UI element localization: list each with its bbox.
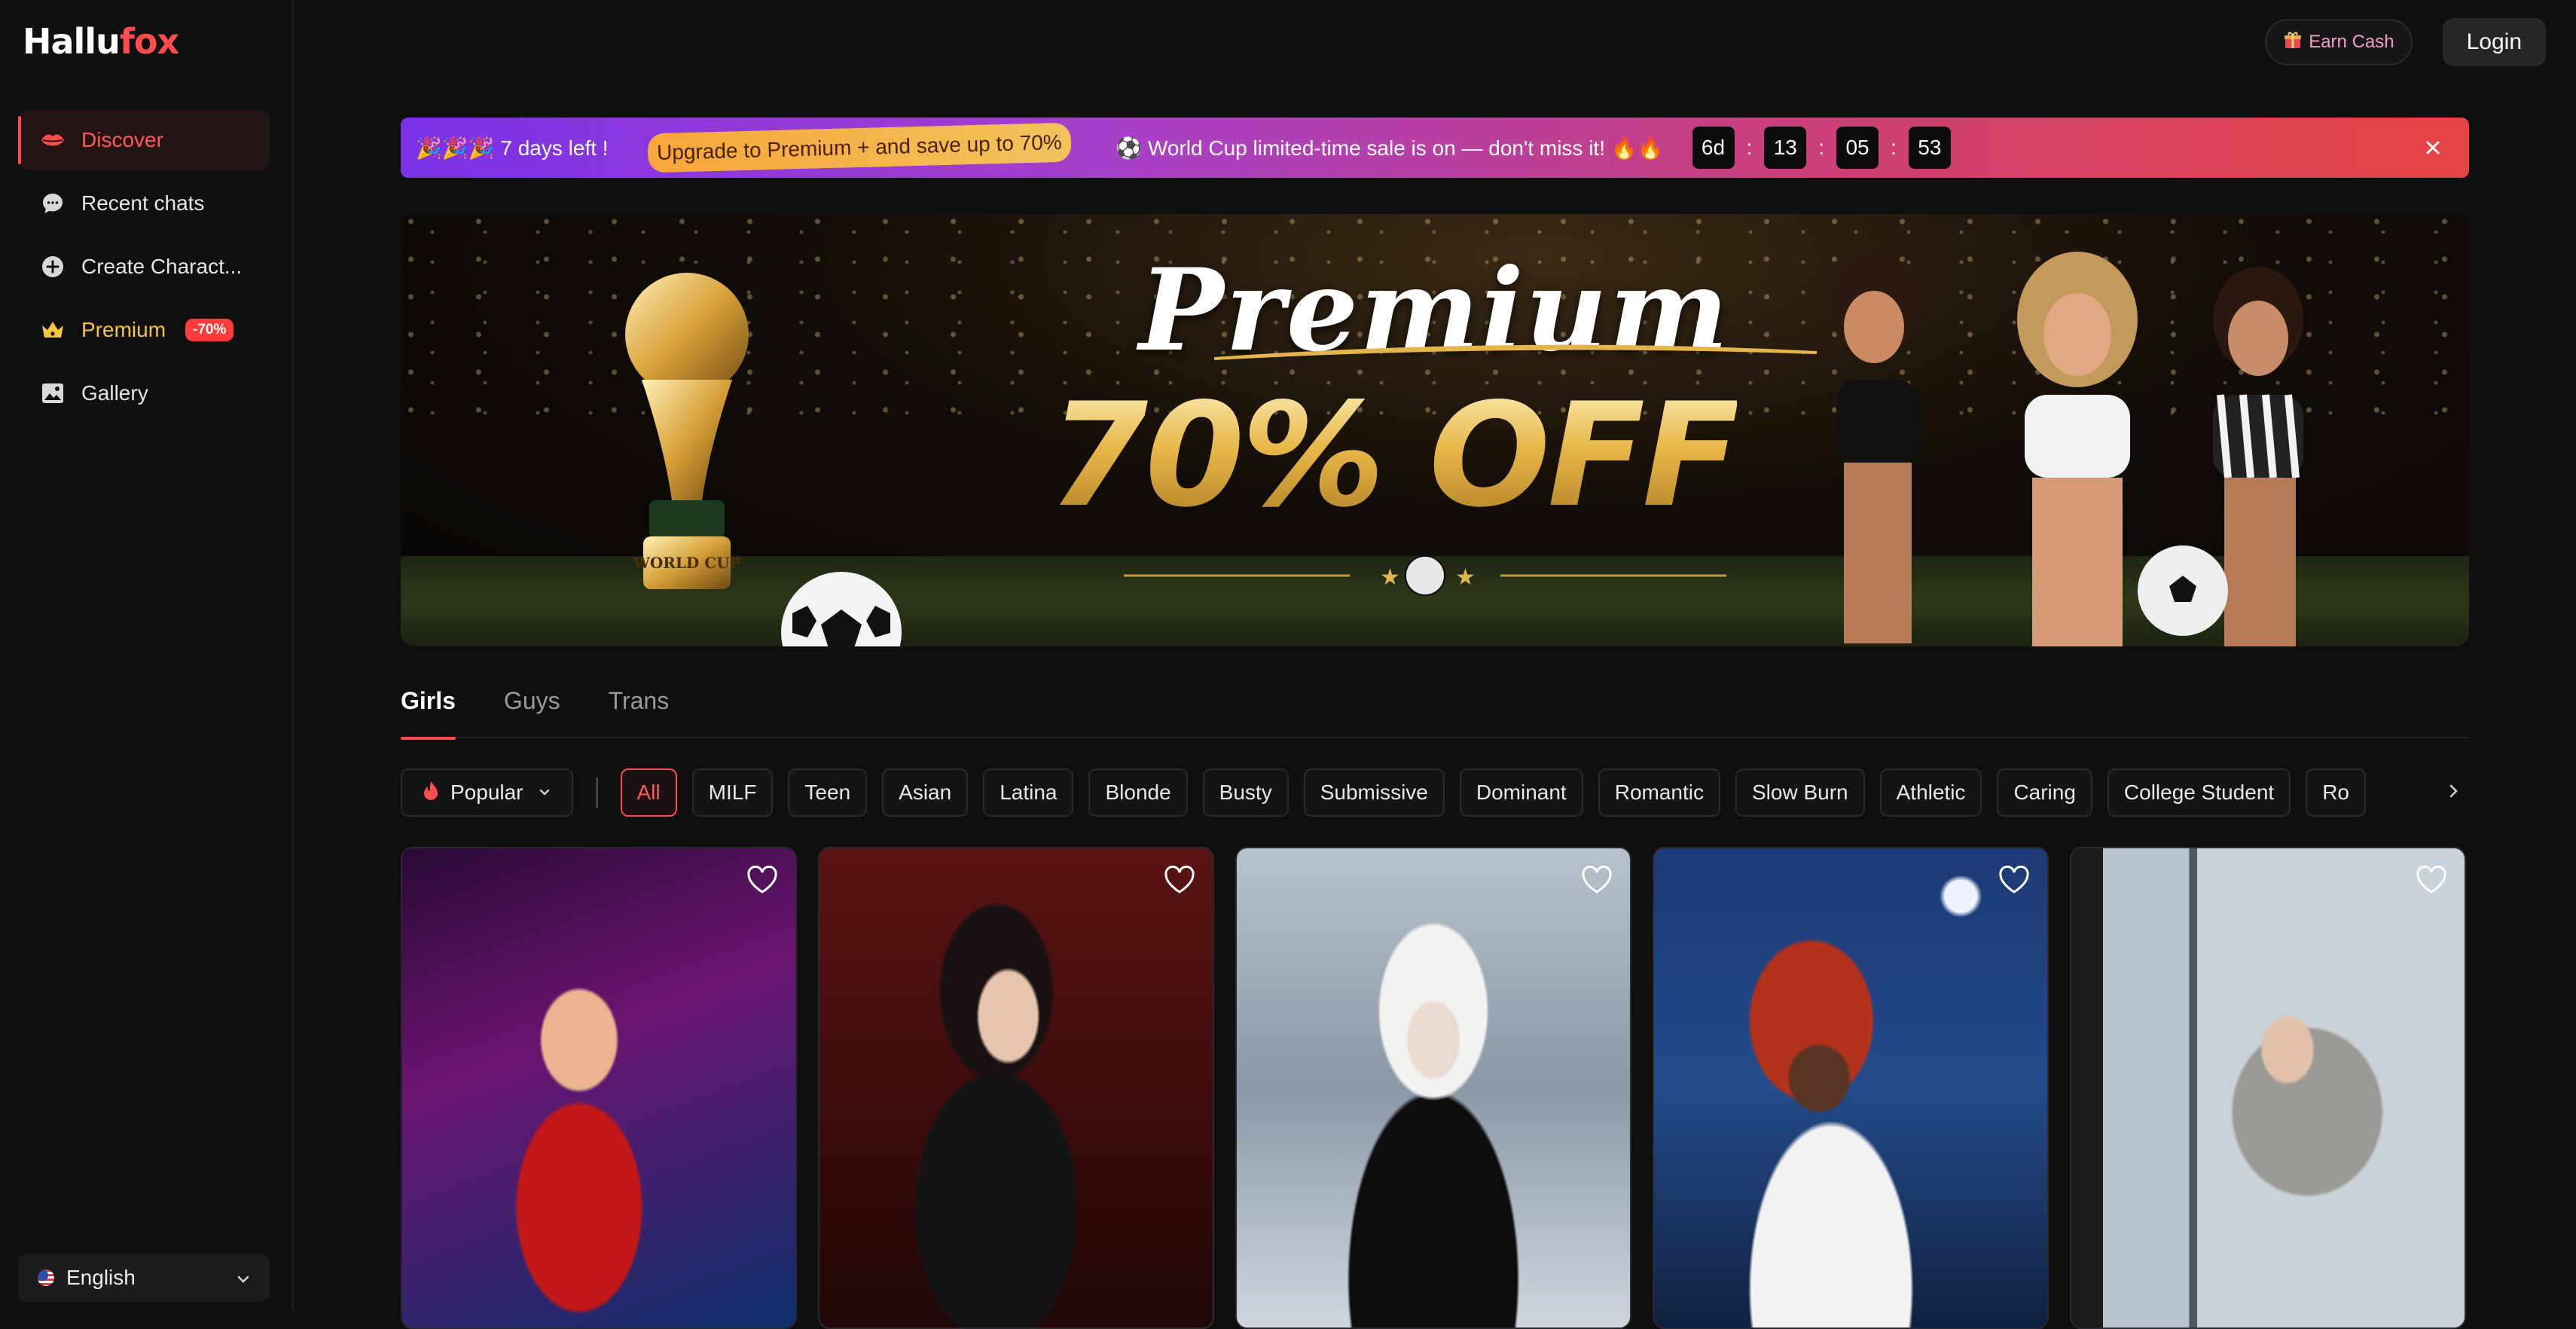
chip-dominant[interactable]: Dominant: [1459, 768, 1583, 817]
sort-dropdown[interactable]: Popular: [401, 768, 573, 817]
days-left-text: 🎉🎉🎉 7 days left !: [416, 136, 609, 160]
discount-badge: -70%: [185, 319, 234, 341]
chip-milf[interactable]: MILF: [691, 768, 774, 817]
earn-cash-button[interactable]: Earn Cash: [2265, 19, 2413, 66]
sidebar-item-premium[interactable]: Premium -70%: [18, 300, 270, 360]
promo-banner[interactable]: 🎉🎉🎉 7 days left ! Upgrade to Premium + a…: [401, 118, 2469, 178]
hero-title-discount: 70% OFF: [1048, 372, 1740, 539]
hero-banner[interactable]: WORLD CUP Premium 70% OFF ★ ★: [401, 214, 2469, 646]
sidebar: Hallufox Discover Recent chats Create Ch…: [0, 0, 294, 1311]
sort-label: Popular: [450, 781, 523, 804]
filter-divider: [595, 778, 598, 808]
heart-icon[interactable]: [1998, 865, 2031, 895]
chip-submissive[interactable]: Submissive: [1303, 768, 1445, 817]
plus-circle-icon: [39, 253, 66, 280]
tab-trans[interactable]: Trans: [609, 683, 670, 738]
sidebar-item-label: Discover: [81, 128, 163, 151]
chip-all[interactable]: All: [620, 768, 677, 817]
chevron-down-icon: [235, 1269, 252, 1293]
chevron-down-icon: [537, 781, 552, 805]
chat-bubble-icon: [39, 190, 66, 217]
sale-message: ⚽ World Cup limited-time sale is on — do…: [1116, 136, 1664, 160]
character-card[interactable]: [401, 847, 797, 1329]
sidebar-item-create-character[interactable]: Create Charact...: [18, 237, 270, 297]
heart-icon[interactable]: [1580, 865, 1613, 895]
heart-icon[interactable]: [1163, 865, 1196, 895]
sidebar-item-recent-chats[interactable]: Recent chats: [18, 173, 270, 234]
login-button[interactable]: Login: [2442, 18, 2546, 66]
football-icon: [781, 572, 902, 646]
lips-icon: [39, 127, 66, 154]
chip-slow-burn[interactable]: Slow Burn: [1735, 768, 1865, 817]
timer-seconds: 53: [1908, 127, 1951, 169]
sidebar-item-discover[interactable]: Discover: [18, 110, 270, 170]
chip-college-student[interactable]: College Student: [2107, 768, 2291, 817]
fire-icon: [422, 780, 440, 806]
character-card[interactable]: [1235, 847, 1631, 1329]
chip-athletic[interactable]: Athletic: [1879, 768, 1982, 817]
sidebar-item-label: Premium: [81, 318, 166, 341]
chip-latina[interactable]: Latina: [983, 768, 1074, 817]
upgrade-pill[interactable]: Upgrade to Premium + and save up to 70%: [646, 122, 1071, 173]
timer-separator: :: [1746, 136, 1753, 159]
chip-blonde[interactable]: Blonde: [1088, 768, 1188, 817]
heart-icon[interactable]: [2415, 865, 2448, 895]
logo[interactable]: Hallufox: [23, 21, 179, 62]
image-icon: [39, 380, 66, 407]
chip-caring[interactable]: Caring: [1997, 768, 2092, 817]
language-label: English: [66, 1266, 136, 1289]
tab-guys[interactable]: Guys: [504, 683, 560, 738]
svg-text:★: ★: [1455, 565, 1476, 590]
sidebar-item-label: Gallery: [81, 381, 148, 405]
chip-romance-partial[interactable]: Ro: [2306, 768, 2366, 817]
filter-bar: Popular All MILF Teen Asian Latina Blond…: [401, 768, 2469, 817]
heart-icon[interactable]: [746, 865, 779, 895]
timer-separator: :: [1891, 136, 1897, 159]
timer-minutes: 05: [1836, 127, 1879, 169]
tab-girls[interactable]: Girls: [401, 683, 456, 740]
countdown-timer: 6d : 13 : 05 : 53: [1692, 127, 1951, 169]
us-flag-icon: [38, 1269, 54, 1286]
gold-swoosh: [1214, 344, 1817, 360]
character-grid: [401, 847, 2469, 1329]
earn-cash-label: Earn Cash: [2309, 32, 2394, 52]
trophy-image: WORLD CUP: [625, 273, 749, 589]
sidebar-item-label: Recent chats: [81, 191, 205, 215]
chevron-right-icon: [2445, 781, 2462, 805]
crown-icon: [39, 316, 66, 344]
chip-teen[interactable]: Teen: [788, 768, 868, 817]
svg-text:★: ★: [1380, 565, 1400, 590]
timer-separator: :: [1818, 136, 1825, 159]
svg-text:WORLD CUP: WORLD CUP: [632, 554, 740, 572]
players-image: [1829, 252, 2303, 646]
sidebar-item-label: Create Charact...: [81, 255, 243, 278]
scroll-right-button[interactable]: [2364, 768, 2469, 817]
chip-busty[interactable]: Busty: [1202, 768, 1289, 817]
character-card[interactable]: [818, 847, 1214, 1329]
sidebar-item-gallery[interactable]: Gallery: [18, 363, 270, 423]
character-card[interactable]: [1653, 847, 2049, 1329]
close-icon[interactable]: [2418, 133, 2448, 163]
stars-divider: ★ ★: [1124, 555, 1726, 596]
header-actions: Earn Cash Login: [2265, 18, 2546, 66]
character-card[interactable]: [2070, 847, 2466, 1329]
sidebar-nav: Discover Recent chats Create Charact... …: [18, 110, 270, 426]
chip-asian[interactable]: Asian: [882, 768, 969, 817]
gift-icon: [2283, 30, 2303, 55]
category-tabs: Girls Guys Trans: [401, 683, 2469, 740]
timer-days: 6d: [1692, 127, 1735, 169]
timer-hours: 13: [1764, 127, 1807, 169]
language-select[interactable]: English: [18, 1254, 270, 1302]
chip-romantic[interactable]: Romantic: [1598, 768, 1720, 817]
